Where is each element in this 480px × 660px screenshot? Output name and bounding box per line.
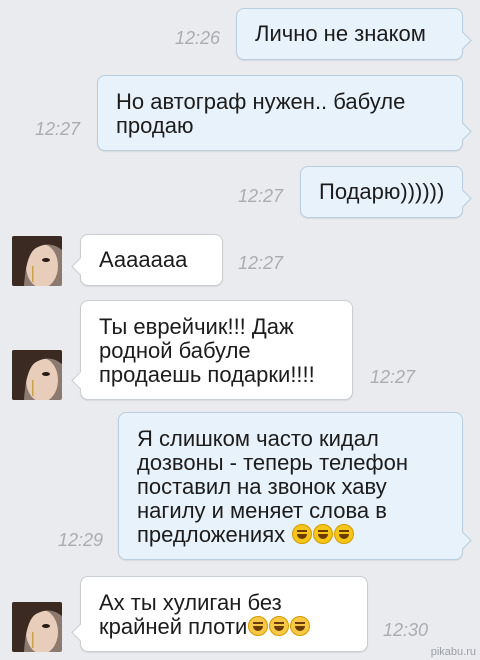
avatar-image bbox=[12, 236, 62, 286]
message-text: Ты еврейчик!!! Даж родной бабуле продаеш… bbox=[99, 314, 315, 387]
message-text: Подарю)))))) bbox=[319, 179, 445, 204]
outgoing-message[interactable]: Но автограф нужен.. бабуле продаю bbox=[97, 75, 472, 151]
bubble-tail bbox=[453, 189, 472, 208]
tears-of-joy-emoji-icon bbox=[290, 616, 311, 636]
laughing-emoji-icon bbox=[313, 524, 334, 544]
bubble-tail bbox=[71, 257, 90, 276]
message-text: Ааааааа bbox=[99, 247, 188, 272]
bubble-tail bbox=[453, 122, 472, 141]
bubble-tail bbox=[71, 623, 90, 642]
message-time: 12:30 bbox=[383, 620, 429, 640]
avatar[interactable] bbox=[12, 350, 62, 400]
incoming-message[interactable]: Ты еврейчик!!! Даж родной бабуле продаеш… bbox=[71, 300, 353, 400]
tears-of-joy-emoji-icon bbox=[248, 616, 269, 636]
tears-of-joy-emoji-icon bbox=[269, 616, 290, 636]
message-time: 12:29 bbox=[58, 530, 104, 550]
message-time: 12:27 bbox=[238, 253, 284, 273]
incoming-message[interactable]: Ах ты хулиган без крайней плоти bbox=[71, 576, 368, 652]
bubble-tail bbox=[453, 531, 472, 550]
message-text: Но автограф нужен.. бабуле продаю bbox=[116, 89, 406, 138]
bubble-tail bbox=[71, 371, 90, 390]
outgoing-message[interactable]: Я слишком часто кидал дозвоны - теперь т… bbox=[118, 412, 472, 560]
laughing-emoji-icon bbox=[334, 524, 355, 544]
watermark: pikabu.ru bbox=[430, 646, 476, 658]
avatar[interactable] bbox=[12, 602, 62, 652]
message-text: Лично не знаком bbox=[255, 21, 426, 46]
outgoing-message[interactable]: Подарю)))))) bbox=[300, 166, 472, 218]
incoming-message[interactable]: Ааааааа bbox=[71, 234, 223, 286]
laughing-emoji-icon bbox=[292, 524, 313, 544]
message-text: Я слишком часто кидал дозвоны - теперь т… bbox=[137, 426, 409, 547]
message-time: 12:27 bbox=[370, 367, 416, 387]
message-time: 12:26 bbox=[175, 28, 221, 48]
avatar-image bbox=[12, 350, 62, 400]
message-time: 12:27 bbox=[35, 119, 81, 139]
avatar[interactable] bbox=[12, 236, 62, 286]
message-time: 12:27 bbox=[238, 186, 284, 206]
avatar-image bbox=[12, 602, 62, 652]
outgoing-message[interactable]: Лично не знаком bbox=[236, 8, 472, 60]
bubble-tail bbox=[453, 31, 472, 50]
